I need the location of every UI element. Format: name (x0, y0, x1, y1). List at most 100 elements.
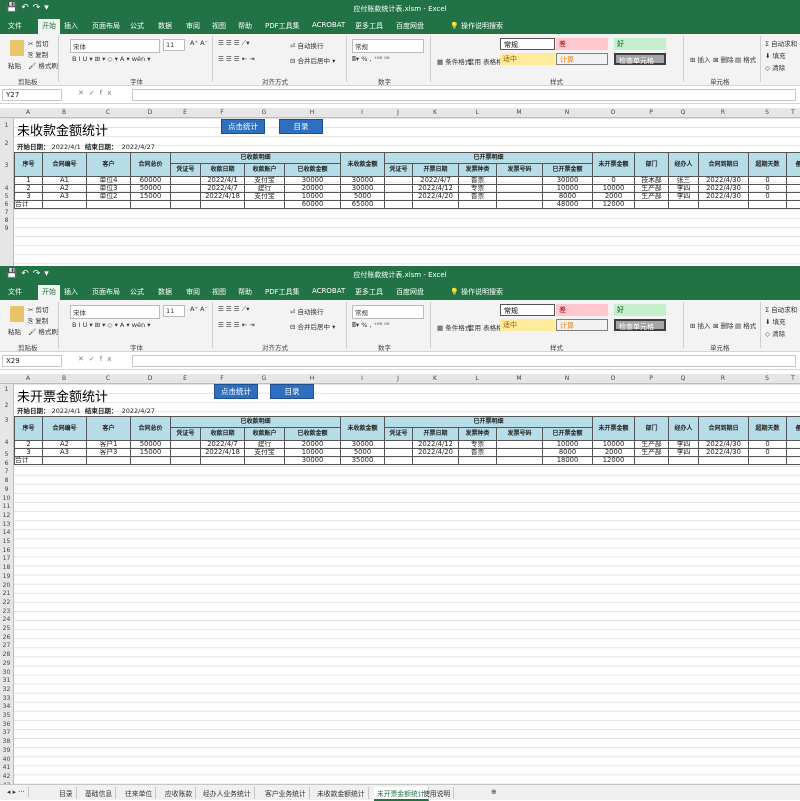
sheet-tab[interactable]: 往来单位 (122, 787, 156, 799)
row-header[interactable]: 9 (0, 225, 13, 232)
menu-item-1[interactable]: 开始 (38, 19, 60, 34)
column-header[interactable]: P (634, 109, 668, 116)
column-header[interactable]: C (86, 109, 130, 116)
table-cell[interactable] (497, 193, 543, 201)
menu-item-11[interactable]: 更多工具 (355, 21, 383, 31)
row-header[interactable]: 35 (0, 712, 13, 719)
table-cell[interactable]: 支付宝 (245, 177, 285, 185)
row-header[interactable]: 5 (0, 451, 13, 458)
menu-item-1[interactable]: 开始 (38, 285, 60, 300)
sheet-tab[interactable]: 基础信息 (82, 787, 116, 799)
table-cell[interactable] (43, 457, 87, 465)
column-header[interactable]: F (200, 375, 244, 382)
paste-button[interactable]: 粘贴 (8, 60, 21, 70)
row-header[interactable]: 4 (0, 185, 13, 192)
menu-item-8[interactable]: 帮助 (238, 287, 252, 297)
table-cell[interactable]: 生产部 (635, 441, 669, 449)
table-cell[interactable] (385, 449, 413, 457)
menu-item-0[interactable]: 文件 (8, 287, 22, 297)
paste-button[interactable]: 粘贴 (8, 326, 21, 336)
row-header[interactable]: 8 (0, 217, 13, 224)
bold-button[interactable]: B I U ▾ ⊞ ▾ ◇ ▾ A ▾ wén ▾ (72, 55, 151, 63)
table-cell[interactable] (245, 201, 285, 209)
column-header[interactable]: J (384, 109, 412, 116)
table-cell[interactable]: 8000 (543, 449, 593, 457)
style-s_check[interactable]: 检查单元格 (614, 319, 666, 331)
column-header[interactable]: Q (668, 375, 698, 382)
row-header[interactable]: 40 (0, 756, 13, 763)
table-cell[interactable]: 合计 (15, 457, 43, 465)
table-cell[interactable]: 30000 (285, 457, 341, 465)
table-cell[interactable] (699, 201, 749, 209)
table-cell[interactable]: A3 (43, 449, 87, 457)
table-cell[interactable] (385, 177, 413, 185)
sheet-tab[interactable]: 客户业务统计 (262, 787, 310, 799)
column-header[interactable]: S (748, 109, 786, 116)
table-cell[interactable] (171, 457, 201, 465)
menu-item-7[interactable]: 视图 (212, 287, 226, 297)
formula-input[interactable] (132, 89, 796, 101)
column-header[interactable]: N (542, 109, 592, 116)
row-header[interactable]: 25 (0, 625, 13, 632)
table-cell[interactable] (787, 449, 800, 457)
tab-nav-icons[interactable]: ◂ ▸ ··· (4, 787, 29, 797)
column-header[interactable]: D (130, 109, 170, 116)
number-format-select[interactable]: 常规 (352, 39, 424, 53)
row-header[interactable]: 30 (0, 669, 13, 676)
merge-center-button[interactable]: ⊟ 合并后居中 ▾ (290, 321, 335, 331)
table-cell[interactable]: 15000 (131, 193, 171, 201)
menu-item-5[interactable]: 数据 (158, 287, 172, 297)
table-cell[interactable]: 48000 (543, 201, 593, 209)
table-cell[interactable]: 合计 (15, 201, 43, 209)
number-format-select[interactable]: 常规 (352, 305, 424, 319)
table-cell[interactable]: 2022/4/30 (699, 449, 749, 457)
table-cell[interactable] (749, 201, 787, 209)
table-cell[interactable] (171, 449, 201, 457)
cut-button[interactable]: ✂ 剪切 (28, 38, 49, 48)
copy-button[interactable]: ⎘ 复制 (28, 315, 48, 326)
menu-item-13[interactable]: 💡 操作说明搜索 (450, 21, 503, 31)
table-cell[interactable]: 客户3 (87, 449, 131, 457)
table-cell[interactable]: A3 (43, 193, 87, 201)
percent-buttons[interactable]: 🖩▾ % , ⁺⁰⁰ ⁰⁰ (352, 55, 390, 66)
font-size-select[interactable]: 11 (163, 39, 185, 51)
table-cell[interactable]: 李四 (669, 449, 699, 457)
row-header[interactable]: 32 (0, 686, 13, 693)
bold-button[interactable]: B I U ▾ ⊞ ▾ ◇ ▾ A ▾ wén ▾ (72, 321, 151, 329)
table-cell[interactable]: 2022/4/7 (201, 441, 245, 449)
sheet-tab[interactable]: 经办人业务统计 (200, 787, 255, 799)
table-cell[interactable] (87, 201, 131, 209)
style-s_good[interactable]: 好 (614, 304, 666, 316)
table-cell[interactable] (497, 449, 543, 457)
table-cell[interactable] (459, 201, 497, 209)
table-cell[interactable]: 2 (15, 185, 43, 193)
table-cell[interactable]: 建行 (245, 185, 285, 193)
table-cell[interactable]: 2022/4/30 (699, 441, 749, 449)
table-cell[interactable]: 2022/4/7 (201, 185, 245, 193)
table-cell[interactable]: 单位3 (87, 185, 131, 193)
table-cell[interactable]: 支付宝 (245, 193, 285, 201)
menu-item-5[interactable]: 数据 (158, 21, 172, 31)
row-header[interactable]: 7 (0, 209, 13, 216)
menu-item-2[interactable]: 插入 (64, 287, 78, 297)
name-box[interactable]: Y27 (2, 89, 62, 101)
table-cell[interactable]: 普票 (459, 177, 497, 185)
table-cell[interactable]: 技术部 (635, 177, 669, 185)
wrap-text-button[interactable]: ⏎ 自动换行 (290, 40, 324, 50)
wrap-text-button[interactable]: ⏎ 自动换行 (290, 306, 324, 316)
menu-item-6[interactable]: 审阅 (186, 287, 200, 297)
formula-icons[interactable]: ✕✓fx (78, 89, 116, 97)
table-cell[interactable]: 12000 (593, 457, 635, 465)
menu-item-6[interactable]: 审阅 (186, 21, 200, 31)
column-header[interactable]: H (284, 109, 340, 116)
align-top-buttons[interactable]: ☰ ☰ ☰ ⟋▾ (218, 305, 250, 314)
row-header[interactable]: 11 (0, 503, 13, 510)
row-header[interactable]: 17 (0, 555, 13, 562)
table-cell[interactable] (131, 457, 171, 465)
row-header[interactable]: 12 (0, 512, 13, 519)
style-s_neutral[interactable]: 适中 (500, 319, 555, 331)
table-cell[interactable] (497, 185, 543, 193)
sheet-tab[interactable]: 应收账款 (162, 787, 196, 799)
column-header[interactable]: L (458, 109, 496, 116)
table-cell[interactable] (385, 457, 413, 465)
